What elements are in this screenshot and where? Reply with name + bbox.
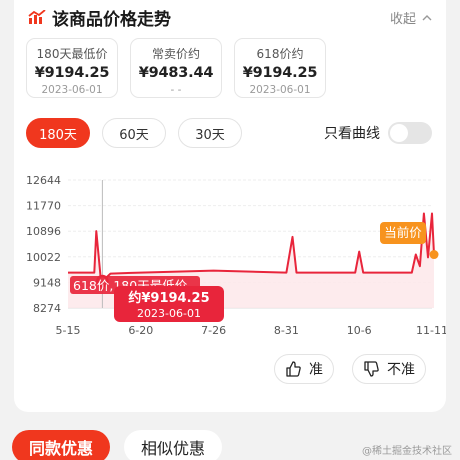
collapse-button[interactable]: 收起 xyxy=(390,8,432,27)
price-chart: 12644 11770 10896 10022 9148 8274 5-15 6-20 7-26… xyxy=(26,174,446,337)
inaccurate-button[interactable]: 不准 xyxy=(352,354,426,384)
stat-label: 180天最低价 xyxy=(36,47,108,61)
stat-label: 常卖价约 xyxy=(151,47,200,61)
stat-date: 2023-06-01 xyxy=(41,84,103,96)
stat-usual-price: 常卖价约 ¥9483.44 - - xyxy=(130,38,222,98)
y-tick-label: 11770 xyxy=(26,200,61,213)
collapse-label: 收起 xyxy=(389,12,416,27)
x-tick-label: 10-6 xyxy=(347,324,372,337)
stat-label: 618价约 xyxy=(256,47,304,61)
stat-lowest-180: 180天最低价 ¥9194.25 2023-06-01 xyxy=(26,38,118,98)
watermark: @稀土掘金技术社区 xyxy=(362,446,452,457)
x-tick-label: 5-15 xyxy=(56,324,81,337)
y-tick-label: 8274 xyxy=(33,302,61,315)
tab-similar-deals[interactable]: 相似优惠 xyxy=(124,430,222,460)
range-selector: 180天 60天 30天 xyxy=(26,118,242,148)
range-60-button[interactable]: 60天 xyxy=(102,118,166,148)
x-tick-label: 11-11 xyxy=(416,324,446,337)
tooltip-date: 2023-06-01 xyxy=(137,307,201,320)
tooltip-price: 约¥9194.25 xyxy=(128,290,209,306)
x-tick-label: 8-31 xyxy=(274,324,299,337)
series-line xyxy=(68,212,435,283)
bar-chart-icon xyxy=(28,10,46,24)
tab-same-deals[interactable]: 同款优惠 xyxy=(12,430,110,460)
stat-date: - - xyxy=(170,84,182,96)
curve-only-label: 只看曲线 xyxy=(324,126,380,142)
accurate-button[interactable]: 准 xyxy=(274,354,334,384)
stat-date: 2023-06-01 xyxy=(249,84,311,96)
price-trend-card: 该商品价格走势 收起 180天最低价 ¥9194.25 2023-06-01 常… xyxy=(14,0,446,412)
y-tick-label: 10022 xyxy=(26,251,61,264)
price-stats: 180天最低价 ¥9194.25 2023-06-01 常卖价约 ¥9483.4… xyxy=(26,38,326,98)
thumbs-down-icon xyxy=(364,361,379,377)
y-tick-label: 10896 xyxy=(26,225,61,238)
x-tick-label: 7-26 xyxy=(201,324,226,337)
range-180-button[interactable]: 180天 xyxy=(26,118,90,148)
thumbs-up-icon xyxy=(286,361,301,377)
chevron-up-icon xyxy=(422,15,432,21)
stat-value: ¥9194.25 xyxy=(34,65,110,81)
curve-only-control: 只看曲线 xyxy=(324,122,432,144)
accurate-label: 准 xyxy=(309,362,323,378)
y-tick-label: 12644 xyxy=(26,174,61,187)
curve-only-toggle[interactable] xyxy=(388,122,432,144)
x-tick-label: 6-20 xyxy=(128,324,153,337)
card-header: 该商品价格走势 收起 xyxy=(14,0,446,34)
current-price-dot xyxy=(429,250,439,260)
current-price-label: 当前价 xyxy=(384,225,422,240)
stat-value: ¥9483.44 xyxy=(138,65,214,81)
stat-value: ¥9194.25 xyxy=(242,65,318,81)
stat-618-price: 618价约 ¥9194.25 2023-06-01 xyxy=(234,38,326,98)
range-30-button[interactable]: 30天 xyxy=(178,118,242,148)
inaccurate-label: 不准 xyxy=(387,362,415,378)
y-tick-label: 9148 xyxy=(33,276,61,289)
page-title: 该商品价格走势 xyxy=(52,10,171,30)
